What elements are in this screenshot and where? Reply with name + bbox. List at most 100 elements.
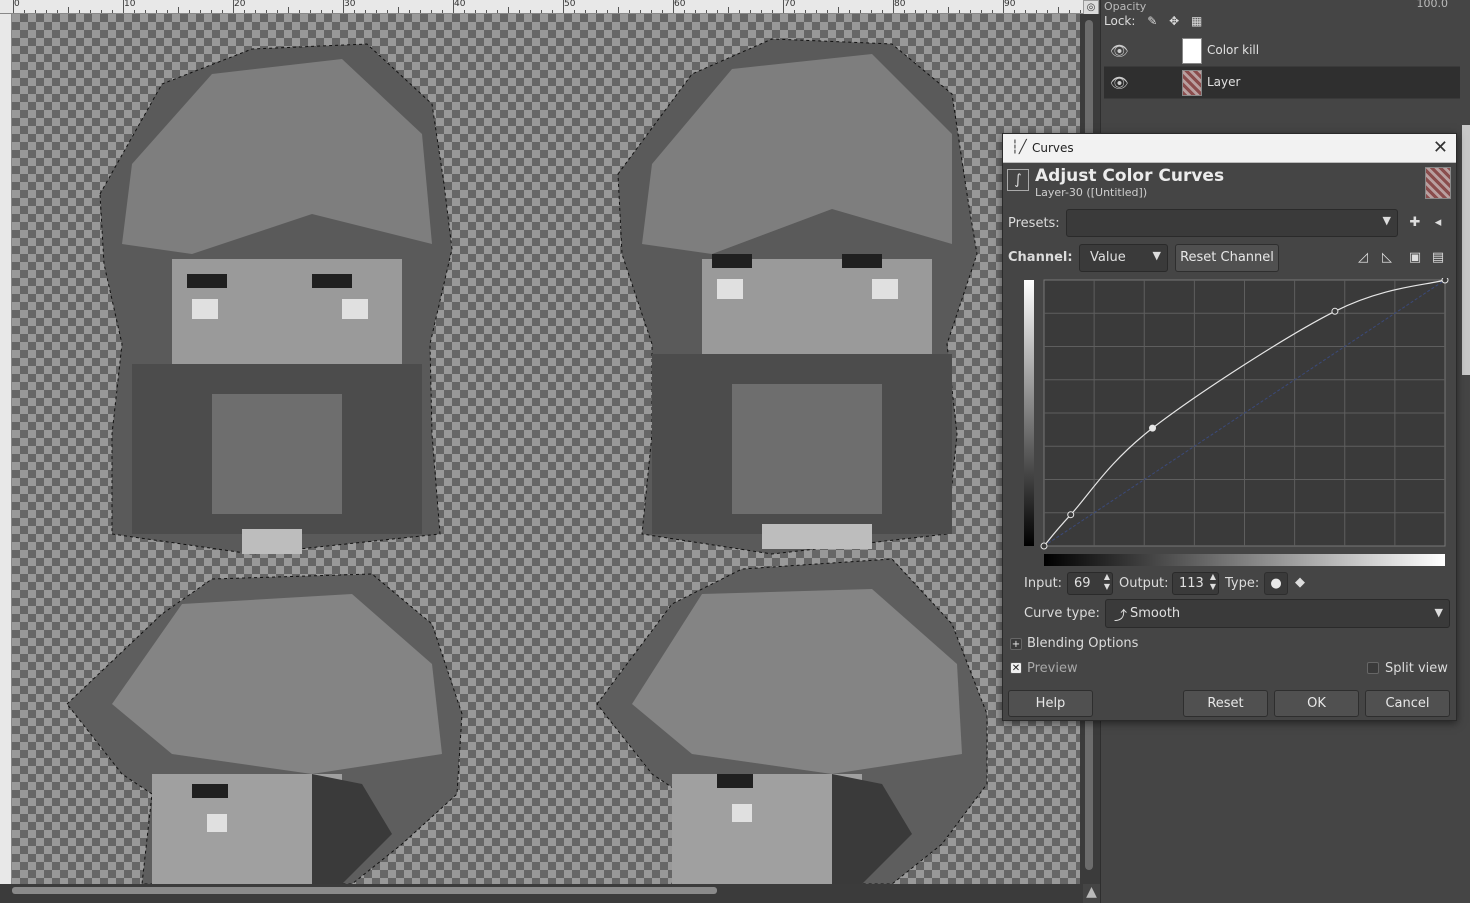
- preview-checkbox[interactable]: ✕: [1010, 662, 1022, 674]
- linear-histogram-icon[interactable]: ◿: [1353, 248, 1373, 268]
- ruler-tick: [937, 10, 938, 13]
- spin-arrows-icon[interactable]: ▲ ▼: [1210, 572, 1216, 592]
- ruler-tick: [508, 7, 509, 13]
- navigate-icon[interactable]: ▲: [1083, 884, 1100, 903]
- ruler-tick: [420, 10, 421, 13]
- preset-menu-icon[interactable]: ◂: [1428, 213, 1448, 233]
- add-preset-icon[interactable]: ✚: [1405, 213, 1425, 233]
- ruler-tick: [475, 10, 476, 13]
- ruler-tick: [739, 10, 740, 13]
- ruler-tick: [915, 10, 916, 13]
- ruler-tick: [277, 10, 278, 13]
- smooth-point-type-button[interactable]: ●: [1264, 572, 1288, 595]
- blending-options-expander[interactable]: Blending Options: [1027, 636, 1138, 651]
- split-view-checkbox[interactable]: [1367, 662, 1379, 674]
- ruler-tick: [871, 10, 872, 13]
- curve-type-value: Smooth: [1130, 606, 1181, 621]
- dialog-titlebar[interactable]: ┆╱ Curves ✕: [1003, 134, 1456, 163]
- ruler-tick: [1080, 10, 1081, 13]
- ruler-tick: [519, 10, 520, 13]
- visibility-eye-icon[interactable]: 👁: [1110, 74, 1130, 92]
- curve-control-point[interactable]: [1067, 511, 1075, 519]
- channel-combo[interactable]: Value ▼: [1079, 244, 1168, 272]
- ruler-tick: [332, 10, 333, 13]
- ruler-tick: [959, 10, 960, 13]
- chevron-down-icon: ▼: [1152, 249, 1161, 262]
- ruler-tick: [607, 10, 608, 13]
- ruler-tick: [112, 10, 113, 13]
- ruler-tick: [266, 10, 267, 13]
- ruler-tick: [145, 10, 146, 13]
- ruler-tick: [24, 10, 25, 13]
- curve-editor[interactable]: [1020, 278, 1450, 568]
- layer-row[interactable]: 👁 Layer: [1104, 67, 1460, 99]
- close-icon[interactable]: ✕: [1433, 137, 1448, 158]
- ruler-tick: [134, 10, 135, 13]
- opacity-row[interactable]: Opacity 100.0: [1104, 0, 1460, 13]
- dock-edge: [1462, 125, 1470, 375]
- ruler-tick: [288, 7, 289, 13]
- ruler-tick: [794, 10, 795, 13]
- ruler-tick: [1058, 7, 1059, 13]
- input-gradient-bar: [1044, 554, 1445, 566]
- reset-button[interactable]: Reset: [1183, 690, 1268, 717]
- ruler-tick: [673, 0, 674, 13]
- ruler-tick: [321, 10, 322, 13]
- split-view-label: Split view: [1385, 661, 1448, 676]
- ruler-label: 70: [784, 0, 796, 9]
- horizontal-ruler: 0 10 20 30 40 50 60 70 80 90: [0, 0, 1083, 14]
- curve-type-combo[interactable]: ⤴ Smooth ▼: [1105, 599, 1450, 628]
- lock-pixels-icon[interactable]: ✎: [1147, 14, 1157, 28]
- chevron-down-icon: ▼: [1382, 214, 1391, 227]
- opacity-label: Opacity: [1104, 0, 1147, 13]
- corner-point-type-icon[interactable]: ◆: [1290, 573, 1310, 593]
- histogram-mode2-icon[interactable]: ▤: [1428, 248, 1448, 268]
- histogram-mode-icon[interactable]: ▣: [1405, 248, 1425, 268]
- ruler-tick: [1025, 10, 1026, 13]
- log-histogram-icon[interactable]: ◺: [1377, 248, 1397, 268]
- dialog-heading: Adjust Color Curves: [1035, 166, 1225, 186]
- input-spinner[interactable]: 69 ▲ ▼: [1067, 572, 1113, 595]
- visibility-eye-icon[interactable]: 👁: [1110, 42, 1130, 60]
- lock-label: Lock:: [1104, 13, 1136, 28]
- lock-position-icon[interactable]: ✥: [1169, 14, 1179, 28]
- image-canvas[interactable]: [12, 14, 1080, 884]
- ruler-tick: [431, 10, 432, 13]
- ok-button[interactable]: OK: [1274, 690, 1359, 717]
- ruler-tick: [849, 10, 850, 13]
- expand-plus-icon[interactable]: +: [1010, 638, 1022, 650]
- sprite-bottom-left: [66, 573, 463, 884]
- horizontal-scrollbar[interactable]: [0, 884, 1083, 903]
- ruler-tick: [156, 10, 157, 13]
- type-label: Type:: [1225, 576, 1260, 591]
- ruler-tick: [816, 10, 817, 13]
- ruler-tick: [310, 10, 311, 13]
- sprite-top-left: [99, 43, 453, 555]
- ruler-tick: [904, 10, 905, 13]
- opacity-value[interactable]: 100.0: [1417, 0, 1449, 10]
- reset-channel-button[interactable]: Reset Channel: [1175, 244, 1279, 272]
- output-spinner[interactable]: 113 ▲ ▼: [1172, 572, 1219, 595]
- spin-arrows-icon[interactable]: ▲ ▼: [1104, 572, 1110, 592]
- cancel-button[interactable]: Cancel: [1365, 690, 1450, 717]
- layer-thumbnail: [1182, 70, 1202, 96]
- vertical-ruler: [0, 14, 12, 884]
- ruler-tick: [178, 7, 179, 13]
- lock-alpha-icon[interactable]: ▦: [1191, 14, 1202, 28]
- ruler-tick: [35, 10, 36, 13]
- horizontal-scrollbar-thumb[interactable]: [12, 887, 717, 894]
- ruler-tick: [772, 10, 773, 13]
- ruler-label: 90: [1004, 0, 1016, 9]
- output-value: 113: [1179, 576, 1204, 591]
- presets-combo[interactable]: ▼: [1066, 209, 1398, 237]
- curve-control-point[interactable]: [1441, 278, 1449, 284]
- curve-control-point[interactable]: [1149, 424, 1157, 432]
- curve-control-point[interactable]: [1331, 307, 1339, 315]
- layer-row[interactable]: 👁 Color kill: [1104, 35, 1460, 67]
- ruler-tick: [409, 10, 410, 13]
- ruler-tick: [299, 10, 300, 13]
- help-button[interactable]: Help: [1008, 690, 1093, 717]
- ruler-tick: [244, 10, 245, 13]
- ruler-tick: [255, 10, 256, 13]
- curve-control-point[interactable]: [1040, 542, 1048, 550]
